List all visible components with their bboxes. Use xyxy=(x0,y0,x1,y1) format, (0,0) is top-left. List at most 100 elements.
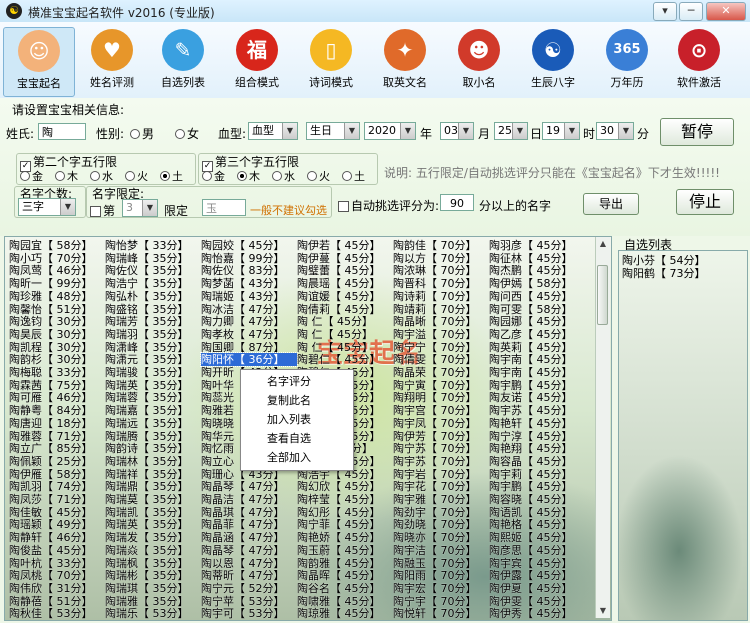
name-result-item[interactable]: 陶瑞羽【 35分】 xyxy=(105,328,201,341)
name-result-item[interactable]: 陶力卿【 47分】 xyxy=(201,315,297,328)
name-result-item[interactable]: 陶伊露【 45分】 xyxy=(489,569,585,582)
name-result-item[interactable]: 陶梦菡【 43分】 xyxy=(201,277,297,290)
gender-male-radio[interactable]: 男 xyxy=(130,125,154,142)
name-result-item[interactable]: 陶宇南【 45分】 xyxy=(489,366,585,379)
name-result-item[interactable]: 陶宁菲【 45分】 xyxy=(297,518,393,531)
name-result-item[interactable]: 陶倩雯【 70分】 xyxy=(393,353,489,366)
wuxing-radio-1[interactable]: 金 xyxy=(20,168,55,184)
name-result-item[interactable]: 陶佳敏【 45分】 xyxy=(9,506,105,519)
name-result-item[interactable]: 陶以恩【 47分】 xyxy=(201,557,297,570)
name-result-item[interactable]: 陶瑞林【 35分】 xyxy=(105,455,201,468)
name-result-item[interactable]: 陶冰洁【 47分】 xyxy=(201,303,297,316)
name-result-item[interactable]: 陶宁苹【 53分】 xyxy=(201,595,297,608)
minimize-button[interactable]: ─ xyxy=(679,2,703,21)
name-result-item[interactable]: 陶瑞英【 35分】 xyxy=(105,518,201,531)
name-result-item[interactable]: 陶瑞莫【 35分】 xyxy=(105,493,201,506)
name-result-item[interactable]: 陶梓莹【 45分】 xyxy=(297,493,393,506)
name-result-item[interactable]: 陶瑞枫【 35分】 xyxy=(105,557,201,570)
name-result-item[interactable]: 陶可雯【 58分】 xyxy=(489,303,585,316)
name-result-item[interactable]: 陶凤桃【 70分】 xyxy=(9,569,105,582)
name-result-item[interactable]: 陶晶琴【 47分】 xyxy=(201,480,297,493)
toolbar-button-9[interactable]: 365 万年历 xyxy=(592,27,662,95)
name-result-item[interactable]: 陶梅聪【 33分】 xyxy=(9,366,105,379)
name-result-item[interactable]: 陶宇鹏【 45分】 xyxy=(489,480,585,493)
name-result-item[interactable]: 陶晶洁【 47分】 xyxy=(201,493,297,506)
pause-button[interactable]: 暂停 xyxy=(660,118,734,146)
toolbar-button-4[interactable]: 福组合模式 xyxy=(222,27,292,95)
name-count-select[interactable]: 三字 ▼ xyxy=(18,198,76,216)
wuxing-radio-4[interactable]: 火 xyxy=(307,168,342,184)
name-result-item[interactable]: 陶瑞凯【 35分】 xyxy=(105,506,201,519)
name-result-item[interactable]: 陶瑞焱【 35分】 xyxy=(105,544,201,557)
name-result-item[interactable]: 陶宇宾【 45分】 xyxy=(489,557,585,570)
name-result-item[interactable]: 陶琼雅【 45分】 xyxy=(297,607,393,620)
name-result-item[interactable]: 陶宇宏【 70分】 xyxy=(393,582,489,595)
context-menu-item-2[interactable]: 复制此名 xyxy=(241,392,351,410)
name-result-item[interactable]: 陶劲晓【 70分】 xyxy=(393,518,489,531)
name-result-item[interactable]: 陶伊蔓【 45分】 xyxy=(297,252,393,265)
name-result-item[interactable]: 陶静轩【 46分】 xyxy=(9,531,105,544)
name-result-item[interactable]: 陶宁淳【 45分】 xyxy=(489,430,585,443)
name-result-item[interactable]: 陶晨瑶【 45分】 xyxy=(297,277,393,290)
name-result-item[interactable]: 陶韵杉【 30分】 xyxy=(9,353,105,366)
name-result-item[interactable]: 陶晶荣【 70分】 xyxy=(393,366,489,379)
scroll-down-icon[interactable]: ▼ xyxy=(596,604,610,618)
name-result-item[interactable]: 陶雅蓉【 71分】 xyxy=(9,430,105,443)
birthday-select[interactable]: 生日 ▼ xyxy=(306,122,360,140)
name-result-item[interactable]: 陶瑶颖【 49分】 xyxy=(9,518,105,531)
name-result-item[interactable]: 陶宁苏【 70分】 xyxy=(393,442,489,455)
name-result-item[interactable]: 陶翔明【 70分】 xyxy=(393,391,489,404)
name-result-item[interactable]: 陶彦思【 45分】 xyxy=(489,544,585,557)
name-result-item[interactable]: 陶艳娇【 45分】 xyxy=(297,531,393,544)
name-result-item[interactable]: 陶宁宇【 70分】 xyxy=(393,595,489,608)
limit-pos-checkbox[interactable]: 第 xyxy=(90,202,115,219)
wuxing-radio-5[interactable]: 土 xyxy=(342,168,377,184)
name-result-item[interactable]: 陶凤莺【 46分】 xyxy=(9,264,105,277)
name-result-item[interactable]: 陶宇岩【 70分】 xyxy=(393,468,489,481)
name-result-item[interactable]: 陶宇南【 45分】 xyxy=(489,353,585,366)
name-result-item[interactable]: 陶容晓【 45分】 xyxy=(489,493,585,506)
stop-button[interactable]: 停止 xyxy=(676,189,734,215)
name-result-item[interactable]: 陶幻欣【 45分】 xyxy=(297,480,393,493)
gender-female-radio[interactable]: 女 xyxy=(175,125,199,142)
name-result-item[interactable]: 陶宇洁【 70分】 xyxy=(393,544,489,557)
name-result-item[interactable]: 陶小巧【 70分】 xyxy=(9,252,105,265)
toolbar-button-3[interactable]: ✎ 自选列表 xyxy=(148,27,218,95)
name-result-item[interactable]: 陶瑞乐【 53分】 xyxy=(105,607,201,620)
name-result-item[interactable]: 陶 仁【 45分】 xyxy=(297,328,393,341)
name-result-item[interactable]: 陶宁宁【 70分】 xyxy=(393,341,489,354)
name-result-item[interactable]: 陶征林【 45分】 xyxy=(489,252,585,265)
name-result-item[interactable]: 陶熙姬【 45分】 xyxy=(489,531,585,544)
name-result-item[interactable]: 陶昊辰【 30分】 xyxy=(9,328,105,341)
name-result-item[interactable]: 陶佩颖【 25分】 xyxy=(9,455,105,468)
wuxing-radio-3[interactable]: 水 xyxy=(272,168,307,184)
wuxing-radio-5[interactable]: 土 xyxy=(160,168,195,184)
name-result-item[interactable]: 陶瑞发【 35分】 xyxy=(105,531,201,544)
name-result-item[interactable]: 陶凤莎【 71分】 xyxy=(9,493,105,506)
name-result-item[interactable]: 陶园宜【 58分】 xyxy=(9,239,105,252)
toolbar-button-8[interactable]: ☯ 生辰八字 xyxy=(518,27,588,95)
auto-pick-checkbox[interactable]: 自动挑选评分为: xyxy=(338,197,439,214)
name-result-item[interactable]: 陶瑞嘉【 35分】 xyxy=(105,404,201,417)
name-result-item[interactable]: 陶宇可【 53分】 xyxy=(201,607,297,620)
name-result-item[interactable]: 陶伊夏【 45分】 xyxy=(489,582,585,595)
name-result-item[interactable]: 陶盛铭【 35分】 xyxy=(105,303,201,316)
surname-input[interactable]: 陶 xyxy=(38,123,86,140)
name-result-item[interactable]: 陶凯程【 30分】 xyxy=(9,341,105,354)
wuxing-radio-2[interactable]: 木 xyxy=(237,168,272,184)
results-scrollbar[interactable]: ▲ ▼ xyxy=(595,237,610,618)
toolbar-button-7[interactable]: ☻ 取小名 xyxy=(444,27,514,95)
year-select[interactable]: 2020 ▼ xyxy=(364,122,416,140)
limit-char-input[interactable]: 玉 xyxy=(202,199,246,216)
export-button[interactable]: 导出 xyxy=(583,193,639,215)
name-result-item[interactable]: 陶英莉【 45分】 xyxy=(489,341,585,354)
name-result-item[interactable]: 陶艳轩【 45分】 xyxy=(489,417,585,430)
name-result-item[interactable]: 陶晶涵【 47分】 xyxy=(201,531,297,544)
name-result-item[interactable]: 陶逸钧【 30分】 xyxy=(9,315,105,328)
context-menu-item-4[interactable]: 查看自选 xyxy=(241,430,351,448)
name-result-item[interactable]: 陶宇溢【 70分】 xyxy=(393,328,489,341)
name-result-item[interactable]: 陶叶杭【 33分】 xyxy=(9,557,105,570)
name-result-item[interactable]: 陶乙彦【 45分】 xyxy=(489,328,585,341)
name-result-item[interactable]: 陶佐仪【 83分】 xyxy=(201,264,297,277)
name-result-item[interactable]: 陶凯羽【 74分】 xyxy=(9,480,105,493)
